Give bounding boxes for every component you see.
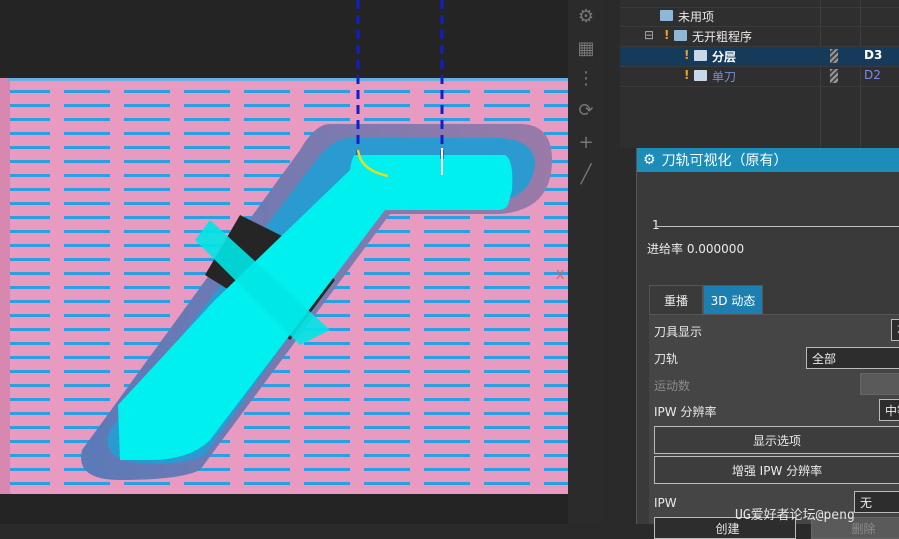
tree-row-layer[interactable]: ! 分层 D3 [620,47,899,67]
watermark-text: UG爱好者论坛@peng [735,508,855,523]
geometry-view-icon[interactable]: ▦ [572,34,600,62]
tab-page-3d: 刀具显示 不 刀轨 全部 运动数 IPW 分辨率 中等 显示选项 增强 IPW … [649,314,899,539]
tool-display-select[interactable]: 不 [891,319,899,341]
folder-icon [660,10,673,21]
part-model [0,0,568,494]
toolpath-label: 刀轨 [654,352,679,366]
gear-icon: ⚙ [643,152,656,168]
operation-navigator: 未用项 ⊟ ! 无开粗程序 ! 分层 D3 ! 单刀 D2 [620,0,899,148]
tool-display-label: 刀具显示 [654,325,703,339]
toolpath-select[interactable]: 全部 [806,347,899,369]
crosshair-icon[interactable]: + [572,128,600,156]
tree-label: 未用项 [678,10,715,24]
tree-label: 分层 [712,50,737,64]
tool-icon [830,49,838,63]
tool-name: D3 [864,48,883,62]
ipw-resolution-select[interactable]: 中等 [879,399,899,421]
machine-tool-icon[interactable]: ⚙ [572,2,600,30]
motion-count-input [860,373,899,395]
warning-icon: ! [684,48,690,62]
warning-icon: ! [684,68,690,82]
tree-row-program[interactable]: ⊟ ! 无开粗程序 [620,27,899,47]
graphics-viewport[interactable]: X [0,0,568,524]
tree-row-unused[interactable]: 未用项 [620,7,899,27]
tree-label: 单刀 [712,70,737,84]
method-view-icon[interactable]: ⋮ [572,64,600,92]
listing-divider [657,226,899,227]
side-toolbar: ⚙ ▦ ⋮ ⟳ + ╱ [568,0,604,524]
ipw-select[interactable]: 无 [854,491,899,513]
tree-row-single[interactable]: ! 单刀 D2 [620,67,899,87]
folder-icon [674,30,687,41]
toolpath-visualization-dialog: ⚙ 刀轨可视化（原有） 1 进给率 0.000000 重播 3D 动态 刀具显示… [636,148,899,539]
axis-x-label: X [556,268,565,282]
tab-3d-dynamic[interactable]: 3D 动态 [703,285,763,314]
feature-view-icon[interactable]: ⟳ [572,96,600,124]
tab-replay[interactable]: 重播 [649,285,703,314]
operation-icon [694,70,707,81]
ipw-label: IPW [654,496,677,510]
line-tool-icon[interactable]: ╱ [572,160,600,188]
display-options-button[interactable]: 显示选项 [654,426,899,454]
enhance-ipw-button[interactable]: 增强 IPW 分辨率 [654,456,899,484]
tree-label: 无开粗程序 [692,30,753,44]
ipw-resolution-label: IPW 分辨率 [654,405,717,419]
dialog-title: 刀轨可视化（原有） [661,153,788,169]
motion-count-label: 运动数 [654,379,691,393]
tool-name: D2 [864,68,881,82]
warning-icon: ! [664,28,670,42]
operation-icon [694,50,707,61]
tool-icon [830,69,838,83]
step-value: 1 [652,218,660,232]
dialog-titlebar[interactable]: ⚙ 刀轨可视化（原有） [637,148,899,172]
feedrate-text: 进给率 0.000000 [647,242,745,256]
